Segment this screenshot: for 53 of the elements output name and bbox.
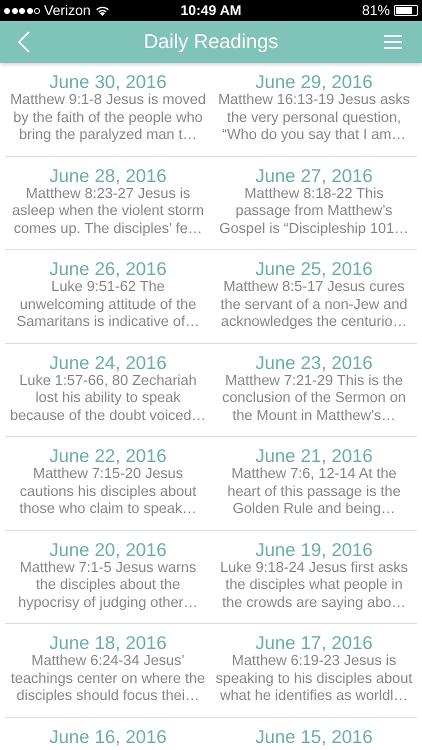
- reading-item[interactable]: June 24, 2016 Luke 1:57-66, 80 Zechariah lost his ability to speak because of the doubt voiced…: [5, 344, 211, 437]
- reading-date: June 21, 2016: [255, 445, 373, 466]
- reading-date: June 24, 2016: [49, 352, 167, 372]
- reading-item[interactable]: June 29, 2016 Matthew 16:13-19 Jesus asks the very personal question, “Who do you say that I am…: [211, 63, 417, 156]
- reading-summary: Matthew 7:1-5 Jesus warns the disciples about the hypocrisy of judging other…: [18, 560, 198, 612]
- reading-date: June 26, 2016: [49, 258, 167, 279]
- reading-summary: Luke 9:18-24 Jesus first asks the disciples what people in the crowds are saying abo…: [220, 560, 408, 612]
- reading-summary: Matthew 6:24-34 Jesus’ teachings center on where the disciples should focus thei…: [10, 653, 206, 706]
- reading-date: June 20, 2016: [49, 538, 167, 560]
- reading-date: June 19, 2016: [255, 538, 373, 560]
- reading-date: June 22, 2016: [49, 445, 167, 466]
- screen-title: Daily Readings: [144, 30, 278, 55]
- reading-summary: Matthew 7:6, 12-14 At the heart of this passage is the Golden Rule and being…: [227, 466, 401, 518]
- battery-percent: 81%: [362, 1, 390, 20]
- reading-item[interactable]: June 23, 2016 Matthew 7:21-29 This is the conclusion of the Sermon on the Mount in Matthew’s…: [211, 344, 417, 437]
- reading-item[interactable]: June 22, 2016 Matthew 7:15-20 Jesus cautions his disciples about those who claim to speak…: [5, 437, 211, 530]
- clock-time: 10:49 AM: [180, 1, 242, 20]
- reading-date: June 29, 2016: [255, 71, 373, 92]
- carrier-name: Verizon: [44, 1, 91, 20]
- reading-summary: Matthew 7:15-20 Jesus cautions his disciples about those who claim to speak…: [19, 466, 197, 518]
- reading-date: June 25, 2016: [255, 258, 373, 279]
- reading-item[interactable]: June 15, 2016: [211, 718, 417, 746]
- reading-item[interactable]: June 18, 2016 Matthew 6:24-34 Jesus’ teachings center on where the disciples should focus thei…: [5, 624, 211, 718]
- reading-summary: Matthew 8:23-27 Jesus is asleep when the violent storm comes up. The disciples’ fe…: [12, 186, 204, 238]
- reading-date: June 23, 2016: [255, 352, 373, 372]
- reading-item[interactable]: June 26, 2016 Luke 9:51-62 The unwelcoming attitude of the Samaritans is indicative of…: [5, 250, 211, 344]
- reading-date: June 28, 2016: [49, 164, 167, 186]
- reading-item[interactable]: June 25, 2016 Matthew 8:5-17 Jesus cures the servant of a non-Jew and acknowledges the centurio…: [211, 250, 417, 344]
- reading-date: June 27, 2016: [255, 164, 373, 186]
- reading-date: June 18, 2016: [49, 632, 167, 653]
- signal-icon: [4, 8, 40, 14]
- reading-summary: Matthew 8:18-22 This passage from Matthew’s Gospel is “Discipleship 101…: [219, 186, 409, 238]
- reading-summary: Luke 1:57-66, 80 Zechariah lost his ability to speak because of the doubt voiced…: [10, 372, 206, 425]
- reading-summary: Luke 9:51-62 The unwelcoming attitude of the Samaritans is indicative of…: [16, 279, 200, 332]
- reading-summary: Matthew 6:19-23 Jesus is speaking to his disciples about what he identifies as worldl…: [216, 653, 412, 706]
- reading-summary: Matthew 16:13-19 Jesus asks the very personal question, “Who do you say that I am…: [218, 92, 410, 144]
- reading-item[interactable]: June 19, 2016 Luke 9:18-24 Jesus first asks the disciples what people in the crowds are saying abo…: [211, 530, 417, 624]
- reading-summary: Matthew 8:5-17 Jesus cures the servant of a non-Jew and acknowledges the centurio…: [220, 279, 408, 332]
- reading-item[interactable]: June 21, 2016 Matthew 7:6, 12-14 At the heart of this passage is the Golden Rule and being…: [211, 437, 417, 530]
- reading-date: June 15, 2016: [255, 726, 373, 746]
- reading-item[interactable]: June 17, 2016 Matthew 6:19-23 Jesus is speaking to his disciples about what he identifies as worldl…: [211, 624, 417, 718]
- reading-item[interactable]: June 16, 2016: [5, 718, 211, 746]
- reading-date: June 16, 2016: [49, 726, 167, 746]
- reading-item[interactable]: June 28, 2016 Matthew 8:23-27 Jesus is asleep when the violent storm comes up. The disciples’ fe…: [5, 156, 211, 250]
- reading-date: June 17, 2016: [255, 632, 373, 653]
- battery-icon: [394, 5, 418, 16]
- reading-date: June 30, 2016: [49, 71, 167, 92]
- wifi-icon: [94, 5, 110, 16]
- reading-item[interactable]: June 20, 2016 Matthew 7:1-5 Jesus warns the disciples about the hypocrisy of judging other…: [5, 530, 211, 624]
- reading-item[interactable]: June 27, 2016 Matthew 8:18-22 This passage from Matthew’s Gospel is “Discipleship 101…: [211, 156, 417, 250]
- reading-summary: Matthew 7:21-29 This is the conclusion of the Sermon on the Mount in Matthew’s…: [222, 372, 406, 425]
- reading-summary: Matthew 9:1-8 Jesus is moved by the faith of the people who bring the paralyzed man t…: [10, 92, 206, 144]
- reading-item[interactable]: June 30, 2016 Matthew 9:1-8 Jesus is moved by the faith of the people who bring the paralyzed man t…: [5, 63, 211, 156]
